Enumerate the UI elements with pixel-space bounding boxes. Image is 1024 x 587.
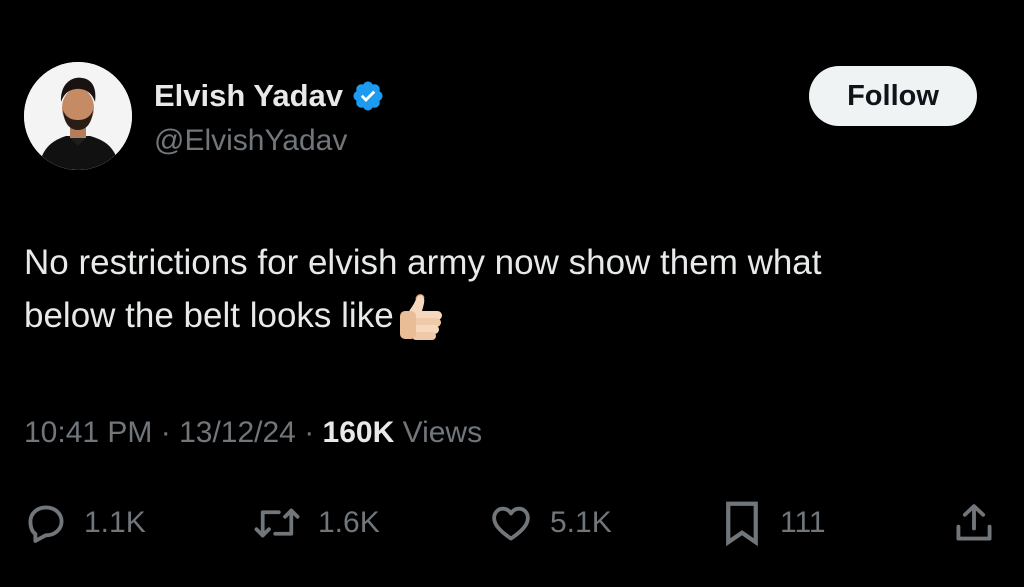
repost-button[interactable]: 1.6K xyxy=(252,495,380,551)
bookmark-button[interactable]: 111 xyxy=(720,495,826,551)
bookmark-count: 111 xyxy=(780,506,826,539)
author-display-name[interactable]: Elvish Yadav xyxy=(154,78,343,114)
views-label: Views xyxy=(402,416,483,449)
reply-button[interactable]: 1.1K xyxy=(24,495,146,551)
tweet-actions: 1.1K 1.6K 5.1K 111 xyxy=(0,495,1024,551)
like-button[interactable]: 5.1K xyxy=(488,495,612,551)
meta-separator: · xyxy=(152,416,180,449)
tweet-text-line-2: below the belt looks like xyxy=(24,289,1009,342)
reply-count: 1.1K xyxy=(84,506,146,539)
follow-button[interactable]: Follow xyxy=(809,66,977,126)
reply-icon xyxy=(24,501,68,545)
share-button[interactable] xyxy=(952,495,996,551)
tweet-text-line-1: No restrictions for elvish army now show… xyxy=(24,243,822,282)
tweet-date[interactable]: 13/12/24 xyxy=(179,416,296,449)
tweet-card: Elvish Yadav @ElvishYadav Follow No rest… xyxy=(0,0,1024,587)
tweet-text: No restrictions for elvish army now show… xyxy=(24,236,1009,342)
verified-badge-icon xyxy=(351,79,385,113)
tweet-meta: 10:41 PM · 13/12/24 · 160K Views xyxy=(24,416,482,450)
share-icon xyxy=(952,501,996,545)
tweet-time[interactable]: 10:41 PM xyxy=(24,416,152,449)
tweet-text-line-2-text: below the belt looks like xyxy=(24,296,394,335)
heart-icon xyxy=(488,501,534,545)
author-handle[interactable]: @ElvishYadav xyxy=(154,124,347,158)
avatar[interactable] xyxy=(24,62,132,170)
repost-count: 1.6K xyxy=(318,506,380,539)
views-count: 160K xyxy=(322,416,395,449)
meta-space xyxy=(394,416,402,449)
avatar-image xyxy=(24,62,132,170)
meta-separator: · xyxy=(295,416,323,449)
repost-icon xyxy=(252,501,302,545)
thumbs-up-icon xyxy=(396,289,448,341)
bookmark-icon xyxy=(720,499,764,547)
like-count: 5.1K xyxy=(550,506,612,539)
author-name-row: Elvish Yadav xyxy=(154,76,385,116)
